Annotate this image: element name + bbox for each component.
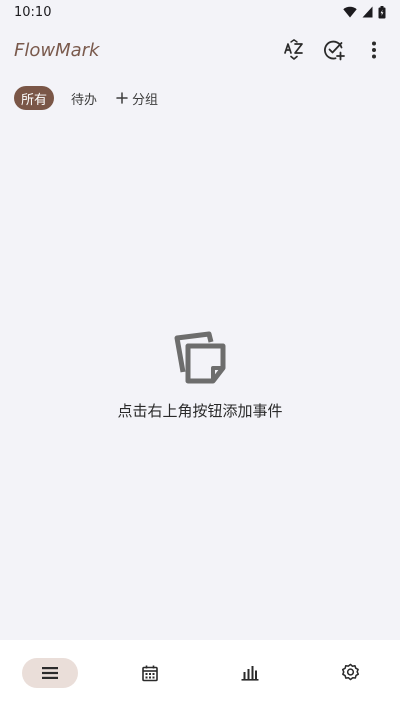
add-group-label: 分组 <box>132 92 159 108</box>
chip-todo[interactable]: 待办 <box>64 86 104 110</box>
signal-icon <box>362 6 373 18</box>
add-group-button[interactable]: 分组 <box>114 89 160 108</box>
filter-chip-row: 所有 待办 分组 <box>14 86 160 110</box>
list-icon <box>41 666 59 680</box>
app-bar-actions <box>274 30 394 70</box>
nav-item-settings[interactable] <box>322 658 378 688</box>
wifi-icon <box>343 6 357 18</box>
empty-state-message: 点击右上角按钮添加事件 <box>117 402 283 420</box>
more-options-button[interactable] <box>354 30 394 70</box>
bottom-navigation <box>0 640 400 711</box>
status-time: 10:10 <box>14 4 52 20</box>
status-icons <box>343 5 386 19</box>
nav-item-calendar[interactable] <box>122 658 178 688</box>
more-vert-icon <box>371 41 377 59</box>
plus-icon <box>116 92 128 104</box>
chip-all[interactable]: 所有 <box>14 86 55 110</box>
bar-chart-icon <box>241 665 259 681</box>
sort-az-button[interactable] <box>274 30 314 70</box>
notes-stack-icon <box>171 328 229 386</box>
empty-state: 点击右上角按钮添加事件 <box>0 328 400 421</box>
app-title: FlowMark <box>14 39 100 61</box>
settings-gear-icon <box>341 663 360 682</box>
add-task-button[interactable] <box>314 30 354 70</box>
battery-icon <box>378 5 386 19</box>
calendar-icon <box>141 664 159 682</box>
status-bar: 10:10 <box>0 0 400 24</box>
nav-item-list[interactable] <box>22 657 78 688</box>
add-task-check-icon <box>323 39 345 61</box>
sort-az-icon <box>283 39 305 61</box>
app-bar: FlowMark <box>0 24 400 76</box>
nav-item-statistics[interactable] <box>222 658 278 688</box>
